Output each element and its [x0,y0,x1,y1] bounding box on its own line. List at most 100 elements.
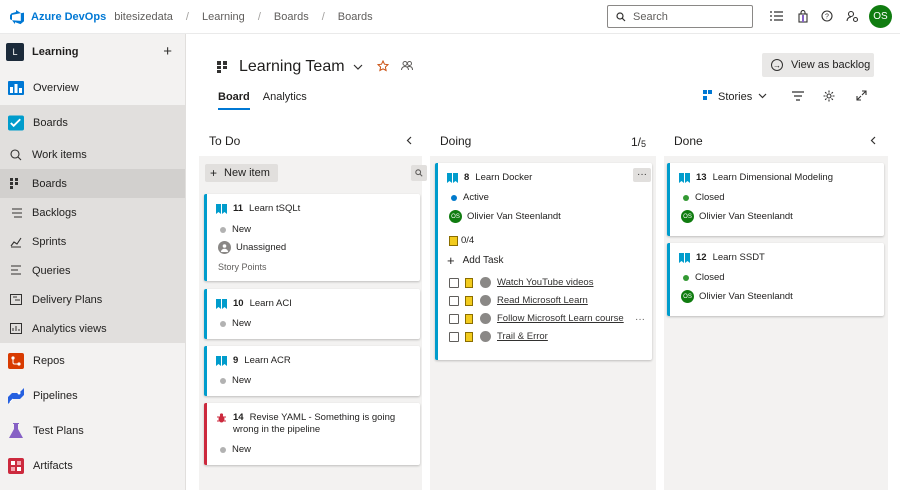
chevron-left-icon[interactable] [406,134,412,148]
search-input[interactable]: Search [607,5,753,28]
task-checkbox[interactable] [449,313,459,324]
work-item-state[interactable]: Closed [683,192,725,203]
sidebar-item-backlogs[interactable]: Backlogs [0,198,185,227]
test-plans-icon [8,422,24,439]
expand-icon[interactable] [854,90,868,104]
user-avatar[interactable]: OS [869,5,892,28]
work-item-title[interactable]: Learn Docker [475,172,532,184]
breadcrumb-project[interactable]: Learning [202,11,245,23]
azure-devops-logo[interactable]: Azure DevOps [9,9,106,25]
work-item-title[interactable]: Learn tSQLt [249,203,300,215]
work-item-assignee[interactable]: OS Olivier Van Steenlandt [681,210,793,223]
breadcrumb-organization[interactable]: bitesizedata [114,11,173,23]
breadcrumb-boards-page[interactable]: Boards [338,11,373,23]
sidebar-item-sprints[interactable]: Sprints [0,227,185,256]
repos-icon [8,352,24,369]
project-header[interactable]: L Learning + [0,34,185,70]
work-item-title[interactable]: Revise YAML - Something is going wrong i… [233,412,395,435]
work-item-card[interactable]: 10 Learn ACI New [204,289,420,339]
work-item-assignee[interactable]: OS Olivier Van Steenlandt [449,210,561,223]
task-checkbox[interactable] [449,277,459,288]
sidebar-item-boards[interactable]: Boards [0,105,185,140]
filter-icon[interactable] [791,90,805,104]
help-icon[interactable]: ? [820,9,834,23]
sidebar-item-work-items[interactable]: Work items [0,140,185,169]
breadcrumb-separator: / [321,10,325,23]
breadcrumb-separator: / [185,10,189,23]
sidebar-item-boards-sub[interactable]: Boards [0,169,185,198]
work-item-card[interactable]: 12 Learn SSDT Closed OS Olivier Van Stee… [667,243,884,316]
work-item-state[interactable]: New [220,318,251,329]
sidebar-item-label: Repos [33,354,65,367]
work-item-card[interactable]: 8 Learn Docker ··· Active OS Olivier Van… [435,163,652,360]
task-title[interactable]: Watch YouTube videos [497,277,593,288]
work-item-title[interactable]: Learn ACI [250,298,292,310]
sidebar-item-artifacts[interactable]: Artifacts [0,448,185,483]
settings-gear-icon[interactable] [822,90,836,105]
task-list-icon[interactable] [769,9,783,23]
story-points-field[interactable]: Story Points [218,262,267,272]
work-item-state[interactable]: New [220,444,251,455]
state-label: Active [463,192,489,203]
task-progress[interactable]: 0/4 [449,235,474,246]
task-title[interactable]: Trail & Error [497,331,548,342]
assignee-avatar: OS [681,210,694,223]
favorite-star-icon[interactable] [376,59,389,75]
sidebar-item-analytics-views[interactable]: Analytics views [0,314,185,343]
backlog-level-selector[interactable]: Stories [703,90,767,103]
user-story-icon [679,253,690,263]
work-item-title[interactable]: Learn Dimensional Modeling [713,172,833,184]
sidebar-item-test-plans[interactable]: Test Plans [0,413,185,448]
work-item-id: 13 [696,172,707,183]
more-options-icon[interactable]: ··· [633,168,651,182]
card-title: 11 Learn tSQLt [216,203,411,215]
work-item-state[interactable]: Active [451,192,489,203]
sidebar-item-overview[interactable]: Overview [0,70,185,105]
work-item-card[interactable]: 13 Learn Dimensional Modeling Closed OS … [667,163,884,236]
work-item-title[interactable]: Learn SSDT [713,252,765,264]
work-item-state[interactable]: New [220,224,251,235]
work-item-card[interactable]: 14 Revise YAML - Something is going wrong… [204,403,420,465]
team-members-icon[interactable] [400,60,413,74]
sidebar-item-repos[interactable]: Repos [0,343,185,378]
task-title[interactable]: Read Microsoft Learn [497,295,588,306]
work-item-id: 11 [233,203,244,214]
overview-icon [8,80,24,96]
team-name[interactable]: Learning Team [239,58,345,76]
work-item-assignee[interactable]: OS Olivier Van Steenlandt [681,290,793,303]
sidebar-item-pipelines[interactable]: Pipelines [0,378,185,413]
card-title: 12 Learn SSDT [679,252,874,264]
work-item-state[interactable]: New [220,375,251,386]
unassigned-avatar-icon [480,313,491,324]
task-checkbox[interactable] [449,331,459,342]
work-item-assignee[interactable]: Unassigned [218,241,286,254]
breadcrumb-boards[interactable]: Boards [274,11,309,23]
new-item-button[interactable]: + New item [205,164,278,182]
sidebar-item-label: Pipelines [33,389,78,402]
new-item-row: + New item [205,164,427,182]
view-as-backlog-button[interactable]: → View as backlog [762,53,874,77]
shopping-bag-icon[interactable] [796,9,810,23]
sidebar-item-queries[interactable]: Queries [0,256,185,285]
task-checkbox[interactable] [449,295,459,306]
add-task-button[interactable]: + Add Task [447,253,504,268]
chevron-left-icon[interactable] [870,134,876,148]
column-header: To Do [199,122,422,156]
search-icon[interactable] [411,165,427,181]
plus-icon[interactable]: + [163,43,172,60]
work-item-title[interactable]: Learn ACR [244,355,290,367]
sidebar-item-label: Backlogs [32,206,77,219]
chevron-down-icon[interactable] [353,61,363,73]
work-item-card[interactable]: 11 Learn tSQLt New Unassigned Story Poin… [204,194,420,281]
tab-board[interactable]: Board [218,91,250,110]
work-item-state[interactable]: Closed [683,272,725,283]
work-item-card[interactable]: 9 Learn ACR New [204,346,420,396]
task-title[interactable]: Follow Microsoft Learn course [497,313,624,324]
user-settings-icon[interactable] [845,9,859,23]
work-items-icon [9,147,23,163]
tab-analytics[interactable]: Analytics [263,91,307,110]
task-more-options-icon[interactable]: ··· [631,313,649,327]
column-doing: Doing 1/5 8 Learn Docker ··· Active OS O… [430,122,656,490]
sidebar-item-delivery-plans[interactable]: Delivery Plans [0,285,185,314]
work-item-id: 9 [233,355,239,366]
